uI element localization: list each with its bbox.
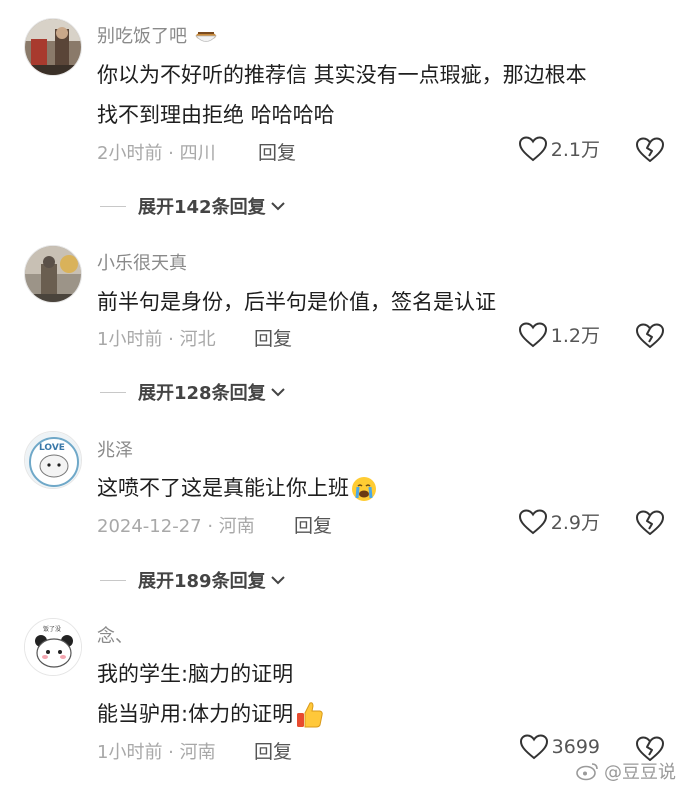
crying-face-icon [352,477,376,501]
comment-meta: 1小时前 · 河北 [97,329,216,350]
divider [100,391,126,393]
avatar[interactable] [24,245,82,303]
avatar[interactable]: 饭了没 [24,618,82,676]
comment-meta: 2小时前 · 四川 [97,143,216,164]
thumbs-up-icon [297,702,323,728]
like-button[interactable]: 2.9万 [518,508,600,535]
expand-replies-button[interactable]: 展开128条回复 [100,379,286,405]
chevron-down-icon [270,388,285,397]
comment-text: 这喷不了这是真能让你上班 [97,476,349,500]
username[interactable]: 小乐很天真 [97,249,187,275]
watermark-text: @豆豆说 [604,762,676,783]
heart-icon [518,135,547,161]
comment-meta: 1小时前 · 河南 [97,742,216,763]
like-button[interactable]: 3699 [519,734,600,760]
food-bowl-icon [194,32,217,42]
like-count: 2.9万 [550,512,600,534]
chevron-down-icon [270,202,285,211]
weibo-logo-icon [576,763,598,781]
broken-heart-icon[interactable] [636,510,664,536]
heart-icon [518,321,547,347]
username[interactable]: 别吃饭了吧 [97,22,217,48]
like-count: 1.2万 [550,325,600,347]
username[interactable]: 念、 [97,622,133,648]
like-button[interactable]: 1.2万 [518,321,600,348]
comment-line: 前半句是身份，后半句是价值，签名是认证 [97,290,496,314]
heart-icon [519,734,548,760]
photo-avatar-icon [25,246,81,302]
expand-label: 展开142条回复 [138,197,266,218]
username-text: 别吃饭了吧 [97,26,187,47]
avatar-badge-text: 饭了没 [43,625,61,633]
username[interactable]: 兆泽 [97,436,133,462]
like-count: 2.1万 [550,139,600,161]
heart-icon [518,508,547,534]
panda-avatar-icon: 饭了没 [25,619,81,675]
comment-line: 你以为不好听的推荐信 其实没有一点瑕疵，那边根本 [97,63,587,87]
avatar[interactable] [24,18,82,76]
broken-heart-icon[interactable] [636,137,664,163]
expand-label: 展开128条回复 [138,383,266,404]
comment-line: 我的学生:脑力的证明 [97,662,294,686]
comment-line: 这喷不了这是真能让你上班 [97,472,377,502]
broken-heart-icon[interactable] [636,323,664,349]
comment-text: 能当驴用:体力的证明 [97,702,294,726]
expand-replies-button[interactable]: 展开189条回复 [100,567,286,593]
divider [100,579,126,581]
reply-button[interactable]: 回复 [254,324,292,351]
reply-button[interactable]: 回复 [254,737,292,764]
comment-line: 能当驴用:体力的证明 [97,698,325,730]
avatar[interactable]: LOVE [24,431,82,489]
reply-button[interactable]: 回复 [258,138,296,165]
avatar-badge-text: LOVE [39,443,65,453]
like-count: 3699 [551,736,600,758]
photo-avatar-icon [25,19,81,75]
reply-button[interactable]: 回复 [294,511,332,538]
expand-replies-button[interactable]: 展开142条回复 [100,193,286,219]
comment-meta: 2024-12-27 · 河南 [97,516,255,537]
divider [100,205,126,207]
cartoon-love-avatar-icon: LOVE [25,432,81,488]
comment-line: 找不到理由拒绝 哈哈哈哈 [97,103,335,127]
expand-label: 展开189条回复 [138,571,266,592]
chevron-down-icon [270,576,285,585]
watermark: @豆豆说 [576,758,676,784]
like-button[interactable]: 2.1万 [518,135,600,162]
